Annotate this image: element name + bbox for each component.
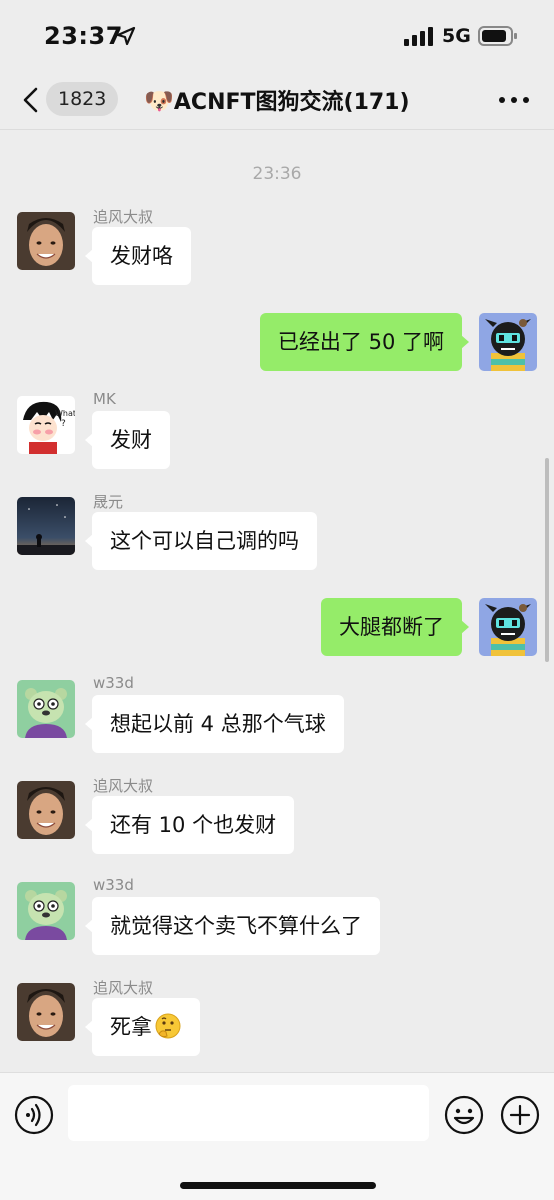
more-options-icon[interactable] [498, 96, 530, 104]
back-chevron-icon[interactable] [20, 86, 42, 114]
message-bubble[interactable]: 已经出了 50 了啊 [259, 313, 470, 371]
battery-icon [478, 26, 517, 46]
message-bubble[interactable]: 大腿都断了 [321, 598, 469, 656]
message-bubble[interactable]: 想起以前 4 总那个气球 [85, 695, 344, 753]
avatar-photo-man[interactable] [17, 781, 75, 839]
avatar-green-bear[interactable] [17, 680, 75, 738]
avatar-green-bear[interactable] [17, 882, 75, 940]
network-label: 5G [442, 25, 471, 47]
message-bubble[interactable]: 这个可以自己调的吗 [85, 512, 317, 570]
chat-title-text: ACNFT图狗交流(171) [173, 90, 410, 115]
sender-name: 追风大叔 [93, 208, 154, 226]
avatar-photo-man[interactable] [17, 212, 75, 270]
message-text: 死拿 [110, 1015, 152, 1039]
add-more-icon[interactable] [500, 1095, 540, 1135]
unread-count-badge[interactable]: 1823 [46, 82, 119, 116]
avatar-nft-dog[interactable] [479, 598, 537, 656]
location-arrow-icon [116, 26, 136, 46]
status-time: 23:37 [44, 22, 123, 50]
sender-name: 晟元 [93, 493, 124, 511]
message-input[interactable] [68, 1085, 429, 1141]
svg-text:What: What [55, 409, 75, 418]
message-bubble[interactable]: 发财 [85, 411, 170, 469]
sender-name: w33d [93, 876, 134, 894]
message-bubble[interactable]: 还有 10 个也发财 [84, 796, 295, 854]
avatar-cartoon-luffy[interactable]: What? [17, 396, 75, 454]
svg-text:?: ? [61, 419, 66, 429]
message-bubble[interactable]: 就觉得这个卖飞不算什么了 [85, 897, 380, 955]
message-list[interactable]: 23:36 追风大叔 发财咯 已经出了 50 了啊 What? MK 发财 晟元… [0, 130, 554, 1070]
message-bubble[interactable]: 发财咯 [85, 227, 191, 285]
message-timestamp: 23:36 [252, 164, 302, 184]
dog-face-icon: 🐶 [144, 87, 174, 115]
avatar-photo-man[interactable] [17, 983, 75, 1041]
signal-icon [404, 27, 433, 46]
message-input-bar [0, 1072, 554, 1200]
home-indicator [180, 1182, 376, 1189]
emoji-icon[interactable] [444, 1095, 484, 1135]
voice-input-icon[interactable] [14, 1095, 54, 1135]
sender-name: 追风大叔 [93, 979, 154, 997]
thinking-face-icon [155, 1013, 181, 1039]
avatar-nft-dog[interactable] [479, 313, 537, 371]
status-bar: 23:37 5G [0, 0, 554, 70]
chat-header: 1823 🐶ACNFT图狗交流(171) [0, 70, 554, 130]
sender-name: w33d [93, 674, 134, 692]
sender-name: MK [93, 390, 116, 408]
scrollbar[interactable] [545, 458, 549, 662]
sender-name: 追风大叔 [93, 777, 154, 795]
chat-title: 🐶ACNFT图狗交流(171) [144, 84, 410, 116]
message-bubble[interactable]: 死拿 [85, 998, 200, 1056]
avatar-night-sky[interactable] [17, 497, 75, 555]
